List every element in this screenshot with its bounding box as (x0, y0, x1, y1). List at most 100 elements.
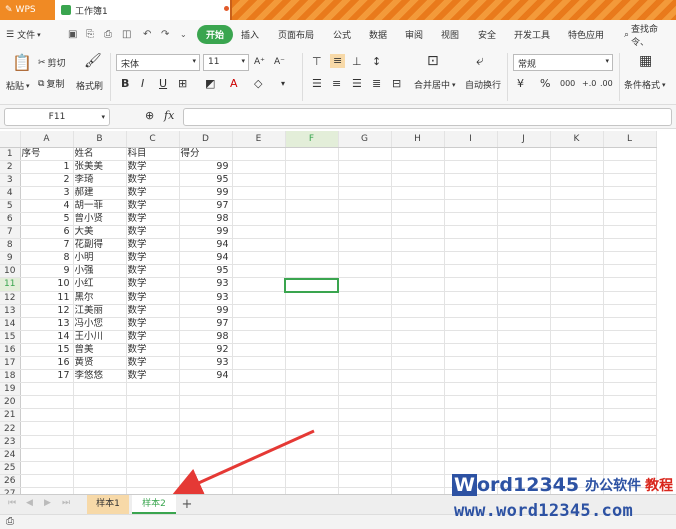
cell[interactable] (232, 343, 286, 358)
cell[interactable] (497, 369, 551, 384)
cell[interactable]: 92 (179, 343, 233, 358)
cell[interactable] (444, 186, 498, 200)
cell[interactable] (20, 421, 74, 436)
cell[interactable] (285, 160, 339, 174)
next-sheet-icon[interactable]: ▶ (44, 498, 51, 508)
cell[interactable]: 13 (20, 317, 74, 331)
fx-icon[interactable]: fx (164, 110, 174, 122)
cell[interactable] (126, 474, 180, 488)
cell[interactable] (338, 317, 392, 331)
cell[interactable]: 98 (179, 330, 233, 344)
cell[interactable] (232, 408, 286, 423)
cell[interactable] (338, 421, 392, 436)
cell[interactable] (550, 199, 604, 213)
cell[interactable] (497, 173, 551, 187)
cell[interactable] (338, 304, 392, 318)
cell[interactable] (391, 173, 445, 187)
cell[interactable] (391, 421, 445, 436)
cell[interactable] (232, 382, 286, 397)
cell[interactable] (20, 382, 74, 397)
bold-button[interactable]: B (121, 78, 129, 90)
cell[interactable] (550, 251, 604, 266)
cell[interactable]: 数学 (126, 317, 180, 331)
cell[interactable] (603, 291, 657, 305)
cell[interactable] (444, 382, 498, 397)
cell[interactable]: 数学 (126, 186, 180, 200)
cell[interactable] (391, 251, 445, 266)
cell[interactable] (179, 382, 233, 397)
cell[interactable] (444, 238, 498, 253)
cell[interactable] (391, 304, 445, 318)
cell[interactable] (497, 199, 551, 213)
cell[interactable] (338, 291, 392, 305)
cell[interactable] (550, 461, 604, 475)
cell[interactable]: 16 (20, 356, 74, 371)
cell[interactable] (179, 408, 233, 423)
formula-input[interactable] (183, 108, 672, 126)
cell[interactable] (338, 408, 392, 423)
cell[interactable] (232, 330, 286, 344)
cell[interactable] (285, 304, 339, 318)
font-size-select[interactable]: 11 ▾ (203, 54, 249, 71)
tab-start[interactable]: 开始 (197, 20, 234, 49)
prev-sheet-icon[interactable]: ◀ (26, 498, 33, 508)
paste-icon[interactable]: 📋 (12, 55, 32, 71)
file-menu[interactable]: ☰ 文件 ▾ (6, 20, 41, 49)
cell[interactable] (444, 395, 498, 410)
cell[interactable]: 数学 (126, 277, 180, 292)
cell[interactable] (285, 238, 339, 253)
column-header[interactable]: F (285, 131, 339, 148)
cell[interactable] (391, 435, 445, 449)
percent-icon[interactable]: % (540, 78, 550, 90)
cell[interactable] (550, 448, 604, 462)
cell[interactable] (73, 448, 127, 462)
cell[interactable] (603, 304, 657, 318)
cell[interactable]: 97 (179, 199, 233, 213)
cell[interactable] (232, 225, 286, 240)
cell[interactable] (338, 277, 392, 292)
cell[interactable]: 曾小贤 (73, 212, 127, 227)
row-header[interactable]: 1 (0, 147, 21, 161)
cell[interactable]: 数学 (126, 291, 180, 305)
cell[interactable] (20, 435, 74, 449)
cell[interactable] (550, 186, 604, 200)
cell[interactable] (338, 251, 392, 266)
cell[interactable]: 95 (179, 173, 233, 187)
cell[interactable] (338, 238, 392, 253)
cell[interactable] (126, 382, 180, 397)
cell[interactable] (550, 369, 604, 384)
cell[interactable] (338, 382, 392, 397)
cell[interactable]: 11 (20, 291, 74, 305)
decrease-font-icon[interactable]: A⁻ (274, 56, 285, 68)
cell[interactable] (603, 212, 657, 227)
cell[interactable]: 大美 (73, 225, 127, 240)
cell[interactable] (603, 147, 657, 161)
cell[interactable]: 数学 (126, 225, 180, 240)
cell[interactable]: 97 (179, 317, 233, 331)
cell[interactable]: 数学 (126, 173, 180, 187)
row-header[interactable]: 14 (0, 317, 21, 331)
cell[interactable] (603, 382, 657, 397)
cell[interactable] (497, 317, 551, 331)
cell[interactable] (497, 147, 551, 161)
cell[interactable] (285, 212, 339, 227)
column-header[interactable]: K (550, 131, 604, 148)
cell[interactable] (338, 448, 392, 462)
cell[interactable] (603, 186, 657, 200)
cell[interactable]: 小明 (73, 251, 127, 266)
border-icon[interactable]: ⊞ (178, 78, 187, 90)
cell[interactable] (391, 277, 445, 292)
row-header[interactable]: 4 (0, 186, 21, 200)
row-header[interactable]: 5 (0, 199, 21, 213)
cell[interactable] (338, 343, 392, 358)
font-color-icon[interactable]: A (230, 78, 238, 90)
cell[interactable] (603, 251, 657, 266)
tab-insert[interactable]: 插入 (241, 20, 259, 49)
cell[interactable] (497, 421, 551, 436)
cell[interactable]: 李琦 (73, 173, 127, 187)
cell[interactable] (444, 291, 498, 305)
paste-button[interactable]: 粘贴 ▾ (6, 79, 30, 93)
wrap-text-icon[interactable]: ⤶ (476, 54, 484, 68)
cell[interactable] (232, 317, 286, 331)
save-icon[interactable]: ▣ (68, 20, 77, 49)
